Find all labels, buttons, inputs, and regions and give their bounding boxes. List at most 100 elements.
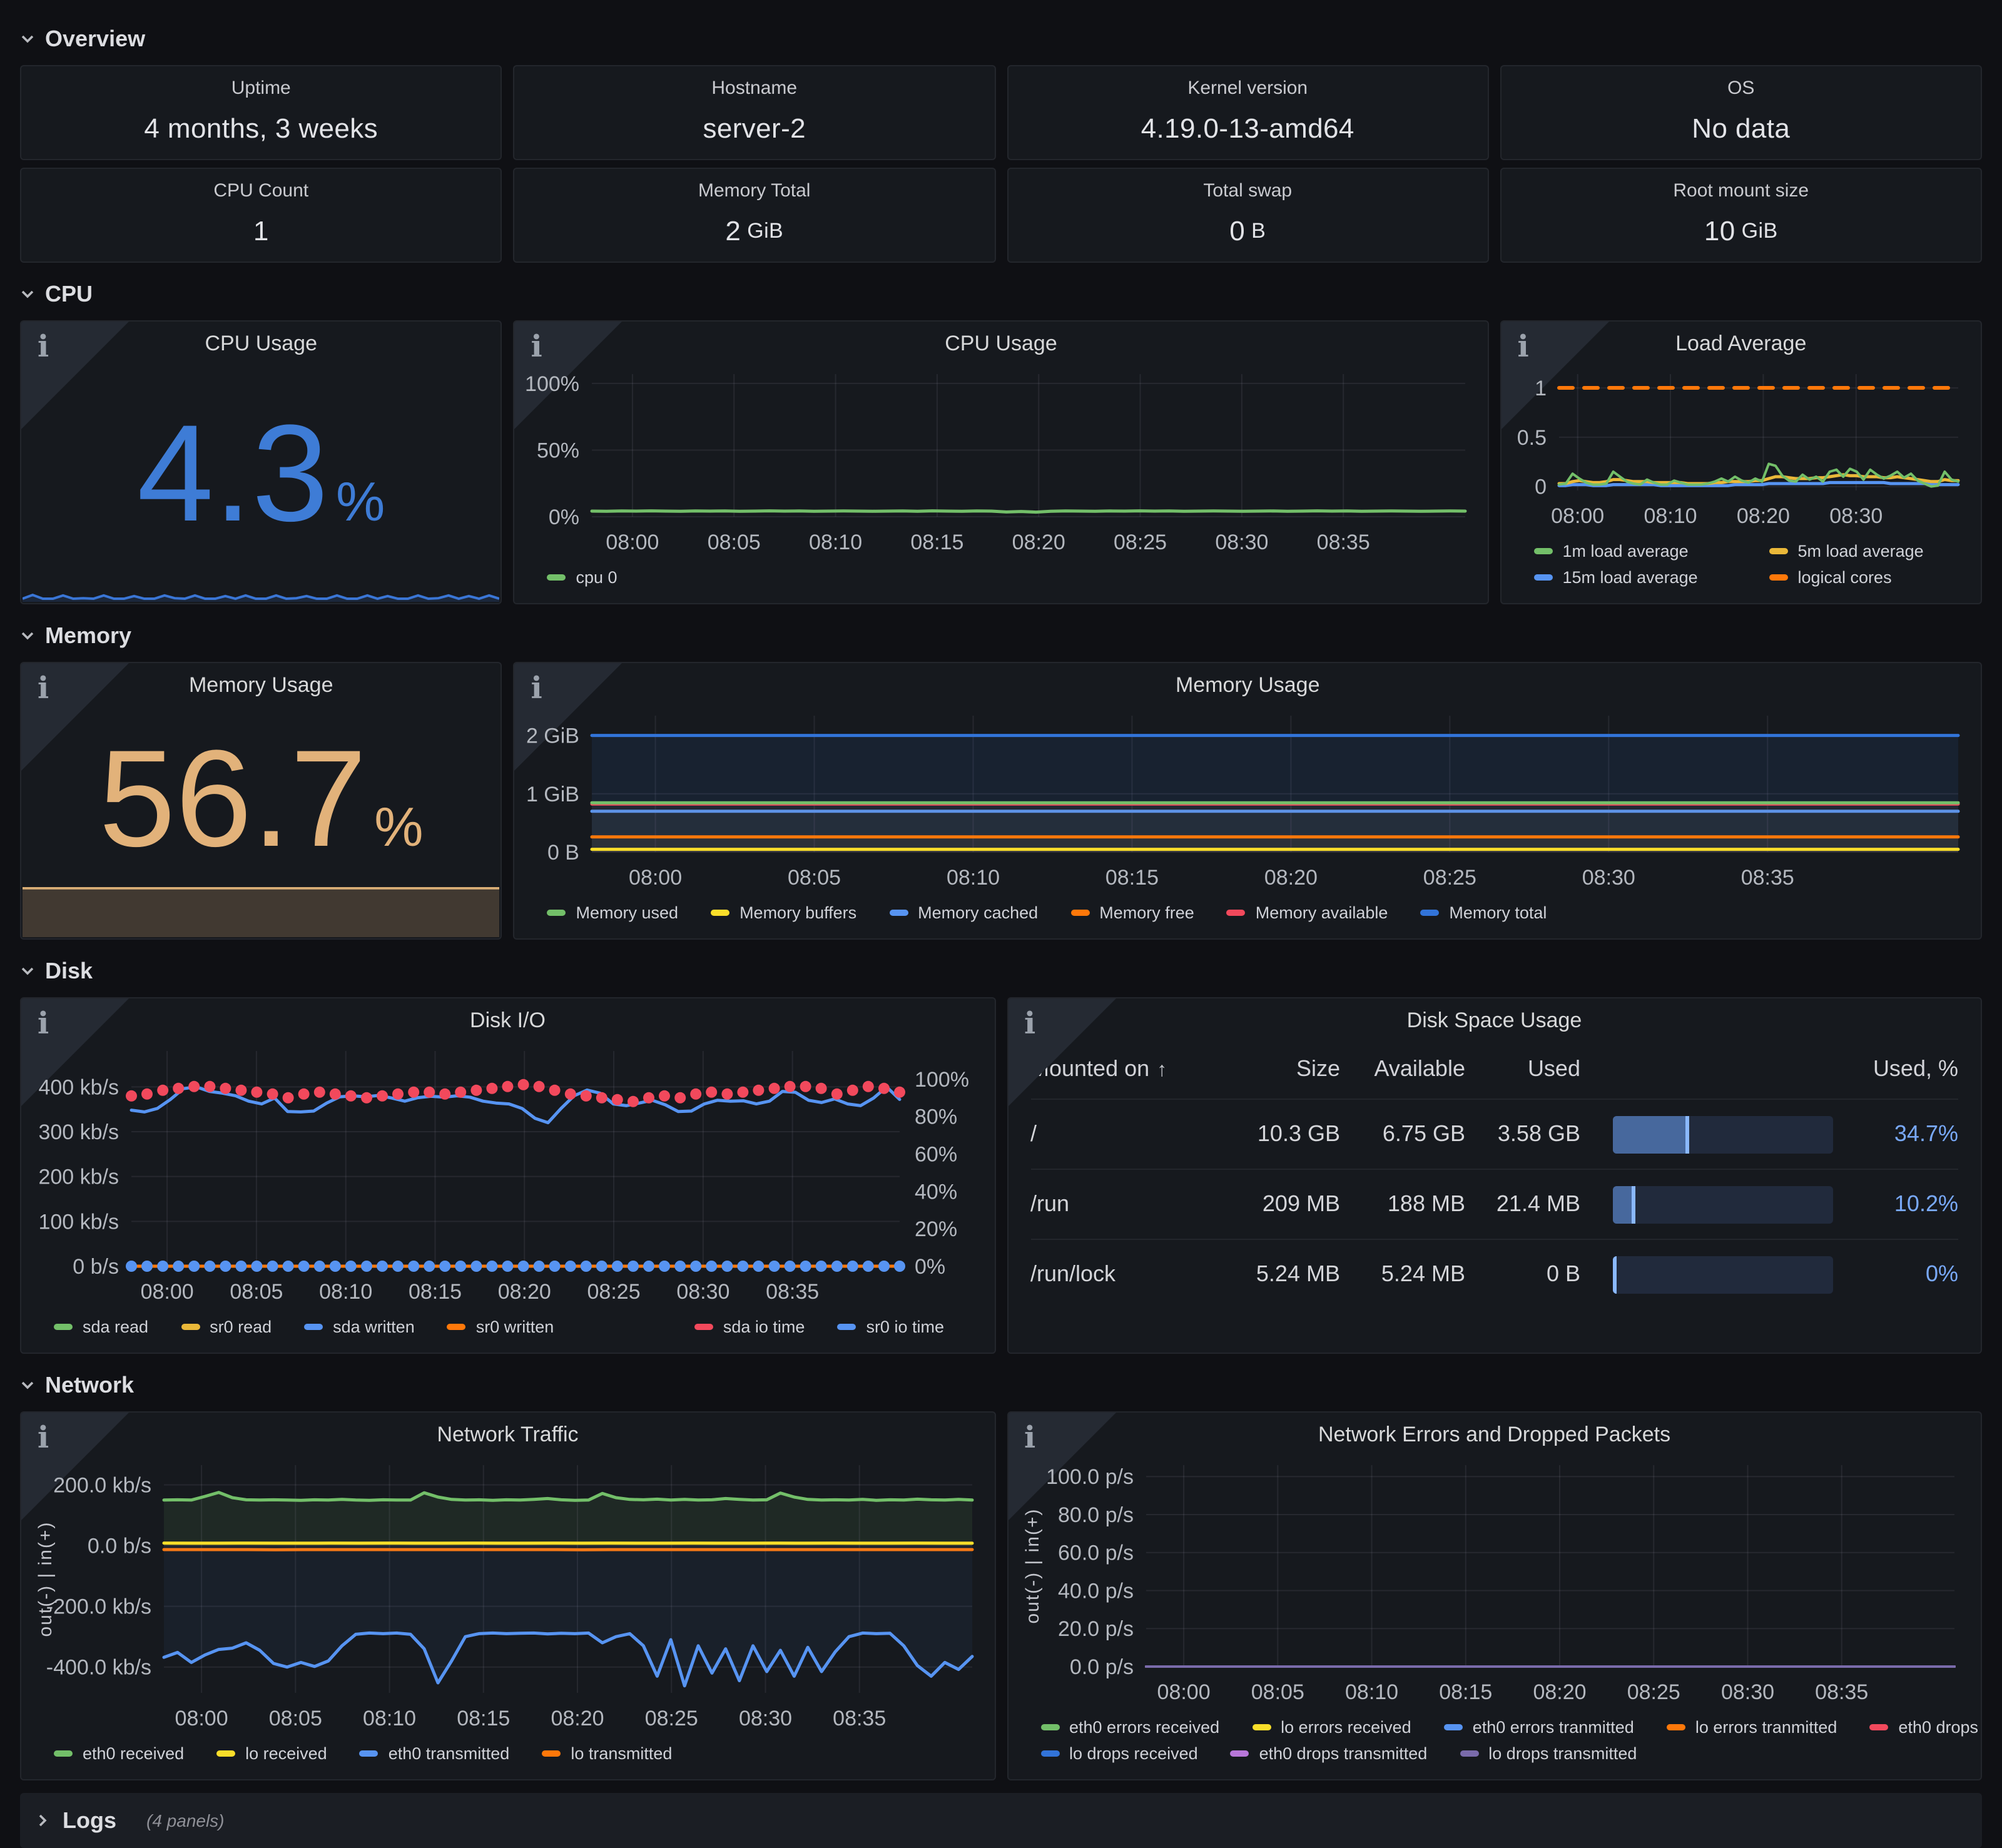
info-icon[interactable]: i xyxy=(531,328,542,364)
legend-item[interactable]: 5m load average xyxy=(1769,542,1983,561)
size-cell: 5.24 MB xyxy=(1247,1261,1358,1287)
section-header-overview[interactable]: Overview xyxy=(20,20,1982,58)
stat-value: 1 xyxy=(253,201,269,261)
column-header-available[interactable]: Available xyxy=(1358,1055,1483,1082)
legend-item[interactable]: Memory cached xyxy=(889,903,1038,922)
column-header-used[interactable]: Used xyxy=(1483,1055,1598,1082)
legend-item[interactable]: cpu 0 xyxy=(547,568,617,587)
svg-text:200.0 kb/s: 200.0 kb/s xyxy=(53,1474,151,1498)
legend-item[interactable]: Memory free xyxy=(1070,903,1194,922)
legend-item[interactable]: 15m load average xyxy=(1534,568,1757,587)
legend-item[interactable]: sr0 written xyxy=(447,1317,554,1336)
panel-title[interactable]: Disk I/O xyxy=(21,998,994,1038)
section-header-memory[interactable]: Memory xyxy=(20,617,1982,654)
svg-text:08:10: 08:10 xyxy=(947,866,1000,890)
panel-disk-space-usage: i Disk Space Usage Mounted on↑ Size Avai… xyxy=(1007,997,1982,1354)
legend-item[interactable]: eth0 received xyxy=(54,1744,184,1763)
legend-item[interactable]: Memory buffers xyxy=(711,903,856,922)
available-cell: 5.24 MB xyxy=(1358,1261,1483,1287)
legend-swatch xyxy=(547,910,566,916)
table-row: /run/lock 5.24 MB 5.24 MB 0 B 0% xyxy=(1030,1239,1958,1309)
legend-item[interactable]: lo transmitted xyxy=(542,1744,672,1763)
section-header-network[interactable]: Network xyxy=(20,1366,1982,1404)
legend-item[interactable]: sr0 read xyxy=(181,1317,272,1336)
stat-kernel-version: Kernel version 4.19.0-13-amd64 xyxy=(1007,65,1489,160)
legend-item[interactable]: lo errors received xyxy=(1252,1718,1411,1737)
panel-title[interactable]: Memory Usage xyxy=(515,663,1981,703)
section-header-cpu[interactable]: CPU xyxy=(20,275,1982,313)
panel-title[interactable]: Network Traffic xyxy=(21,1413,994,1453)
legend-item[interactable]: sda read xyxy=(54,1317,148,1336)
svg-text:08:30: 08:30 xyxy=(1829,504,1883,528)
legend-swatch xyxy=(711,910,729,916)
cpu-panels-row: i CPU Usage 4.3% i CPU Usage 08:0008:050… xyxy=(20,320,1982,604)
legend-item[interactable]: eth0 errors received xyxy=(1040,1718,1219,1737)
panel-title[interactable]: Disk Space Usage xyxy=(1008,998,1981,1038)
svg-text:08:10: 08:10 xyxy=(1344,1680,1398,1704)
section-title: Logs xyxy=(63,1807,116,1834)
legend-swatch xyxy=(1040,1750,1059,1757)
info-icon[interactable]: i xyxy=(531,669,542,706)
info-icon[interactable]: i xyxy=(38,1419,49,1455)
info-icon[interactable]: i xyxy=(1518,328,1529,364)
panel-title[interactable]: CPU Usage xyxy=(515,322,1488,362)
svg-text:-200.0 kb/s: -200.0 kb/s xyxy=(46,1595,151,1619)
used-pct-cell: 0% xyxy=(1843,1261,1958,1287)
section-header-disk[interactable]: Disk xyxy=(20,952,1982,990)
svg-text:0.0 p/s: 0.0 p/s xyxy=(1069,1655,1133,1679)
svg-text:08:10: 08:10 xyxy=(1644,504,1697,528)
chart-legend: eth0 errors received lo errors received et… xyxy=(1008,1712,1981,1779)
legend-item[interactable]: lo drops received xyxy=(1040,1744,1198,1763)
legend-item[interactable]: Memory total xyxy=(1420,903,1547,922)
info-icon[interactable]: i xyxy=(1024,1005,1035,1041)
legend-item[interactable]: sda io time xyxy=(694,1317,805,1336)
legend-item[interactable]: eth0 drops received xyxy=(1869,1718,1982,1737)
svg-text:08:30: 08:30 xyxy=(1216,531,1269,554)
svg-text:08:30: 08:30 xyxy=(739,1707,792,1730)
available-cell: 6.75 GB xyxy=(1358,1121,1483,1147)
panel-count-note: (4 panels) xyxy=(146,1810,225,1830)
mount-cell: / xyxy=(1030,1121,1247,1147)
legend-item[interactable]: eth0 drops transmitted xyxy=(1231,1744,1428,1763)
svg-text:08:30: 08:30 xyxy=(676,1280,729,1304)
svg-text:08:25: 08:25 xyxy=(587,1280,641,1304)
legend-item[interactable]: sda written xyxy=(304,1317,415,1336)
legend-swatch xyxy=(181,1324,200,1330)
legend-item[interactable]: Memory available xyxy=(1227,903,1388,922)
svg-text:0: 0 xyxy=(1535,475,1547,499)
stat-cpu-count: CPU Count 1 xyxy=(20,168,502,263)
panel-title[interactable]: Network Errors and Dropped Packets xyxy=(1008,1413,1981,1453)
svg-text:08:00: 08:00 xyxy=(175,1707,228,1730)
legend-item[interactable]: 1m load average xyxy=(1534,542,1757,561)
svg-text:08:25: 08:25 xyxy=(1114,531,1167,554)
stat-title: Hostname xyxy=(711,78,797,99)
column-header-size[interactable]: Size xyxy=(1247,1055,1358,1082)
svg-text:08:10: 08:10 xyxy=(810,531,863,554)
svg-text:20%: 20% xyxy=(915,1217,957,1241)
section-header-logs[interactable]: Logs (4 panels) xyxy=(20,1793,1982,1848)
legend-item[interactable]: lo errors tranmitted xyxy=(1667,1718,1837,1737)
legend-item[interactable]: lo drops transmitted xyxy=(1460,1744,1637,1763)
legend-item[interactable]: eth0 errors tranmitted xyxy=(1444,1718,1634,1737)
legend-item[interactable]: eth0 transmitted xyxy=(360,1744,510,1763)
info-icon[interactable]: i xyxy=(38,1005,49,1041)
panel-network-traffic: i Network Traffic 08:0008:0508:1008:1508… xyxy=(20,1411,995,1780)
legend-item[interactable]: lo received xyxy=(216,1744,327,1763)
table-row: /run 209 MB 188 MB 21.4 MB 10.2% xyxy=(1030,1169,1958,1239)
stat-uptime: Uptime 4 months, 3 weeks xyxy=(20,65,502,160)
svg-text:0.0 b/s: 0.0 b/s xyxy=(88,1535,151,1558)
column-header-used-pct[interactable]: Used, % xyxy=(1843,1055,1958,1082)
legend-item[interactable]: logical cores xyxy=(1769,568,1983,587)
info-icon[interactable]: i xyxy=(1024,1419,1035,1455)
info-icon[interactable]: i xyxy=(38,669,49,706)
svg-text:200 kb/s: 200 kb/s xyxy=(38,1165,119,1189)
size-cell: 10.3 GB xyxy=(1247,1121,1358,1147)
info-icon[interactable]: i xyxy=(38,328,49,364)
legend-item[interactable]: sr0 io time xyxy=(837,1317,944,1336)
legend-swatch xyxy=(1769,574,1788,581)
panel-load-average: i Load Average 08:0008:1008:2008:3000.51… xyxy=(1500,320,1983,604)
svg-text:08:05: 08:05 xyxy=(708,531,761,554)
legend-item[interactable]: Memory used xyxy=(547,903,679,922)
svg-text:08:00: 08:00 xyxy=(606,531,659,554)
svg-text:40%: 40% xyxy=(915,1180,957,1204)
